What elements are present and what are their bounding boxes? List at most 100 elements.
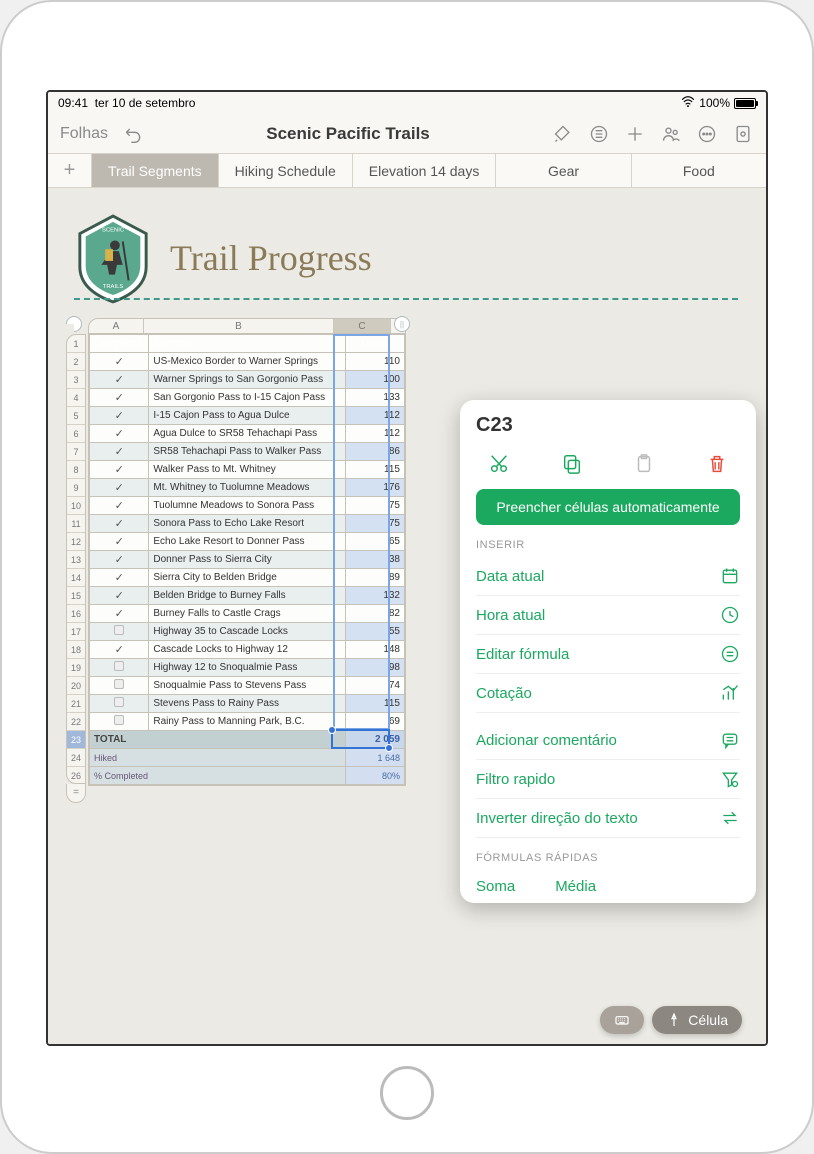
row-number[interactable]: 10	[67, 497, 85, 515]
cell-completed[interactable]: ✓	[90, 353, 149, 371]
cell-segment[interactable]: Highway 12 to Snoqualmie Pass	[149, 659, 346, 677]
table-corner-handle[interactable]	[66, 316, 82, 332]
cell-segment[interactable]: Warner Springs to San Gorgonio Pass	[149, 371, 346, 389]
insert-time-item[interactable]: Hora atual	[476, 596, 740, 635]
row-number[interactable]: 9	[67, 479, 85, 497]
row-number[interactable]: 15	[67, 587, 85, 605]
stock-quote-item[interactable]: Cotação	[476, 674, 740, 713]
table-row[interactable]: ✓San Gorgonio Pass to I-15 Cajon Pass133	[90, 389, 405, 407]
cell-segment[interactable]: Donner Pass to Sierra City	[149, 551, 346, 569]
document-title[interactable]: Scenic Pacific Trails	[154, 124, 542, 144]
cell-distance[interactable]: 112	[346, 407, 405, 425]
cell-completed[interactable]: ✓	[90, 533, 149, 551]
add-comment-item[interactable]: Adicionar comentário	[476, 721, 740, 760]
table-row[interactable]: ✓Walker Pass to Mt. Whitney115	[90, 461, 405, 479]
cell-completed[interactable]: ✓	[90, 407, 149, 425]
more-icon[interactable]	[692, 119, 722, 149]
row-number[interactable]: 24	[67, 749, 85, 767]
row-number[interactable]: 26	[67, 767, 85, 784]
add-tab-button[interactable]: +	[48, 154, 92, 187]
summary-label[interactable]: % Completed	[90, 767, 346, 785]
cell-completed[interactable]	[90, 623, 149, 641]
cell-completed[interactable]: ✓	[90, 479, 149, 497]
column-headers[interactable]: A B C	[88, 318, 406, 334]
tab-elevation[interactable]: Elevation 14 days	[353, 154, 497, 187]
row-number[interactable]: 23	[67, 731, 85, 749]
table-row[interactable]: ✓I-15 Cajon Pass to Agua Dulce112	[90, 407, 405, 425]
cell-distance[interactable]: 75	[346, 497, 405, 515]
row-number[interactable]: 20	[67, 677, 85, 695]
cell-segment[interactable]: Cascade Locks to Highway 12	[149, 641, 346, 659]
cell-completed[interactable]	[90, 677, 149, 695]
row-number[interactable]: 11	[67, 515, 85, 533]
row-number[interactable]: 3	[67, 371, 85, 389]
row-number[interactable]: 14	[67, 569, 85, 587]
insert-date-item[interactable]: Data atual	[476, 557, 740, 596]
summary-label[interactable]: TOTAL	[90, 731, 346, 749]
canvas[interactable]: SCENIC TRAILS Trail Progress || A B C 12…	[48, 188, 766, 1044]
cell-completed[interactable]	[90, 713, 149, 731]
spreadsheet[interactable]: || A B C 1234567891011121314151617181920…	[64, 318, 406, 786]
cell-distance[interactable]: 55	[346, 623, 405, 641]
tab-gear[interactable]: Gear	[496, 154, 631, 187]
row-number[interactable]: 16	[67, 605, 85, 623]
cell-completed[interactable]: ✓	[90, 587, 149, 605]
cell-distance[interactable]: 75	[346, 515, 405, 533]
table-row[interactable]: ✓Cascade Locks to Highway 12148	[90, 641, 405, 659]
cell-segment[interactable]: Agua Dulce to SR58 Tehachapi Pass	[149, 425, 346, 443]
table-row[interactable]: ✓SR58 Tehachapi Pass to Walker Pass86	[90, 443, 405, 461]
cell-distance[interactable]: 112	[346, 425, 405, 443]
cell-segment[interactable]: Belden Bridge to Burney Falls	[149, 587, 346, 605]
table-row[interactable]: ✓Tuolumne Meadows to Sonora Pass75	[90, 497, 405, 515]
paintbrush-icon[interactable]	[548, 119, 578, 149]
row-number[interactable]: 13	[67, 551, 85, 569]
cell-distance[interactable]: 82	[346, 605, 405, 623]
cell-completed[interactable]: ✓	[90, 443, 149, 461]
table-row[interactable]: ✓Sonora Pass to Echo Lake Resort75	[90, 515, 405, 533]
cell-distance[interactable]: 74	[346, 677, 405, 695]
cell-segment[interactable]: I-15 Cajon Pass to Agua Dulce	[149, 407, 346, 425]
cell-segment[interactable]: Snoqualmie Pass to Stevens Pass	[149, 677, 346, 695]
table-row[interactable]: ✓Agua Dulce to SR58 Tehachapi Pass112	[90, 425, 405, 443]
cell-completed[interactable]: ✓	[90, 371, 149, 389]
table-row-handle[interactable]: =	[66, 784, 86, 803]
cell-distance[interactable]: 132	[346, 587, 405, 605]
quick-filter-item[interactable]: Filtro rapido	[476, 760, 740, 799]
row-number[interactable]: 4	[67, 389, 85, 407]
home-button[interactable]	[380, 1066, 434, 1120]
cell-completed[interactable]: ✓	[90, 641, 149, 659]
table-row[interactable]: Snoqualmie Pass to Stevens Pass74	[90, 677, 405, 695]
table-col-handle[interactable]: ||	[394, 316, 410, 332]
cell-segment[interactable]: Echo Lake Resort to Donner Pass	[149, 533, 346, 551]
col-header-selected[interactable]: C	[334, 319, 391, 333]
inspector-icon[interactable]	[728, 119, 758, 149]
cell-completed[interactable]: ✓	[90, 569, 149, 587]
table-row[interactable]: Highway 35 to Cascade Locks55	[90, 623, 405, 641]
table-row[interactable]: ✓Belden Bridge to Burney Falls132	[90, 587, 405, 605]
row-number[interactable]: 22	[67, 713, 85, 731]
cell-segment[interactable]: Mt. Whitney to Tuolumne Meadows	[149, 479, 346, 497]
cell-completed[interactable]: ✓	[90, 551, 149, 569]
table-row[interactable]: Highway 12 to Snoqualmie Pass98	[90, 659, 405, 677]
cell-completed[interactable]	[90, 659, 149, 677]
row-number[interactable]: 21	[67, 695, 85, 713]
cell-distance[interactable]: 69	[346, 713, 405, 731]
cell-distance[interactable]: 115	[346, 461, 405, 479]
sheets-button[interactable]: Folhas	[56, 125, 112, 143]
cell-distance[interactable]: 133	[346, 389, 405, 407]
cell-segment[interactable]: San Gorgonio Pass to I-15 Cajon Pass	[149, 389, 346, 407]
row-number[interactable]: 2	[67, 353, 85, 371]
row-number[interactable]: 6	[67, 425, 85, 443]
cell-distance[interactable]: 89	[346, 569, 405, 587]
col-header[interactable]: A	[89, 319, 144, 333]
cell-completed[interactable]	[90, 695, 149, 713]
cell-segment[interactable]: Burney Falls to Castle Crags	[149, 605, 346, 623]
table-row[interactable]: ✓Mt. Whitney to Tuolumne Meadows176	[90, 479, 405, 497]
summary-value[interactable]: 1 648	[346, 749, 405, 767]
cell-distance[interactable]: 65	[346, 533, 405, 551]
tab-trail-segments[interactable]: Trail Segments	[92, 154, 219, 187]
formula-avg[interactable]: Média	[555, 878, 596, 895]
keyboard-pill[interactable]	[600, 1006, 644, 1034]
invert-text-direction-item[interactable]: Inverter direção do texto	[476, 799, 740, 838]
copy-icon[interactable]	[559, 451, 585, 477]
